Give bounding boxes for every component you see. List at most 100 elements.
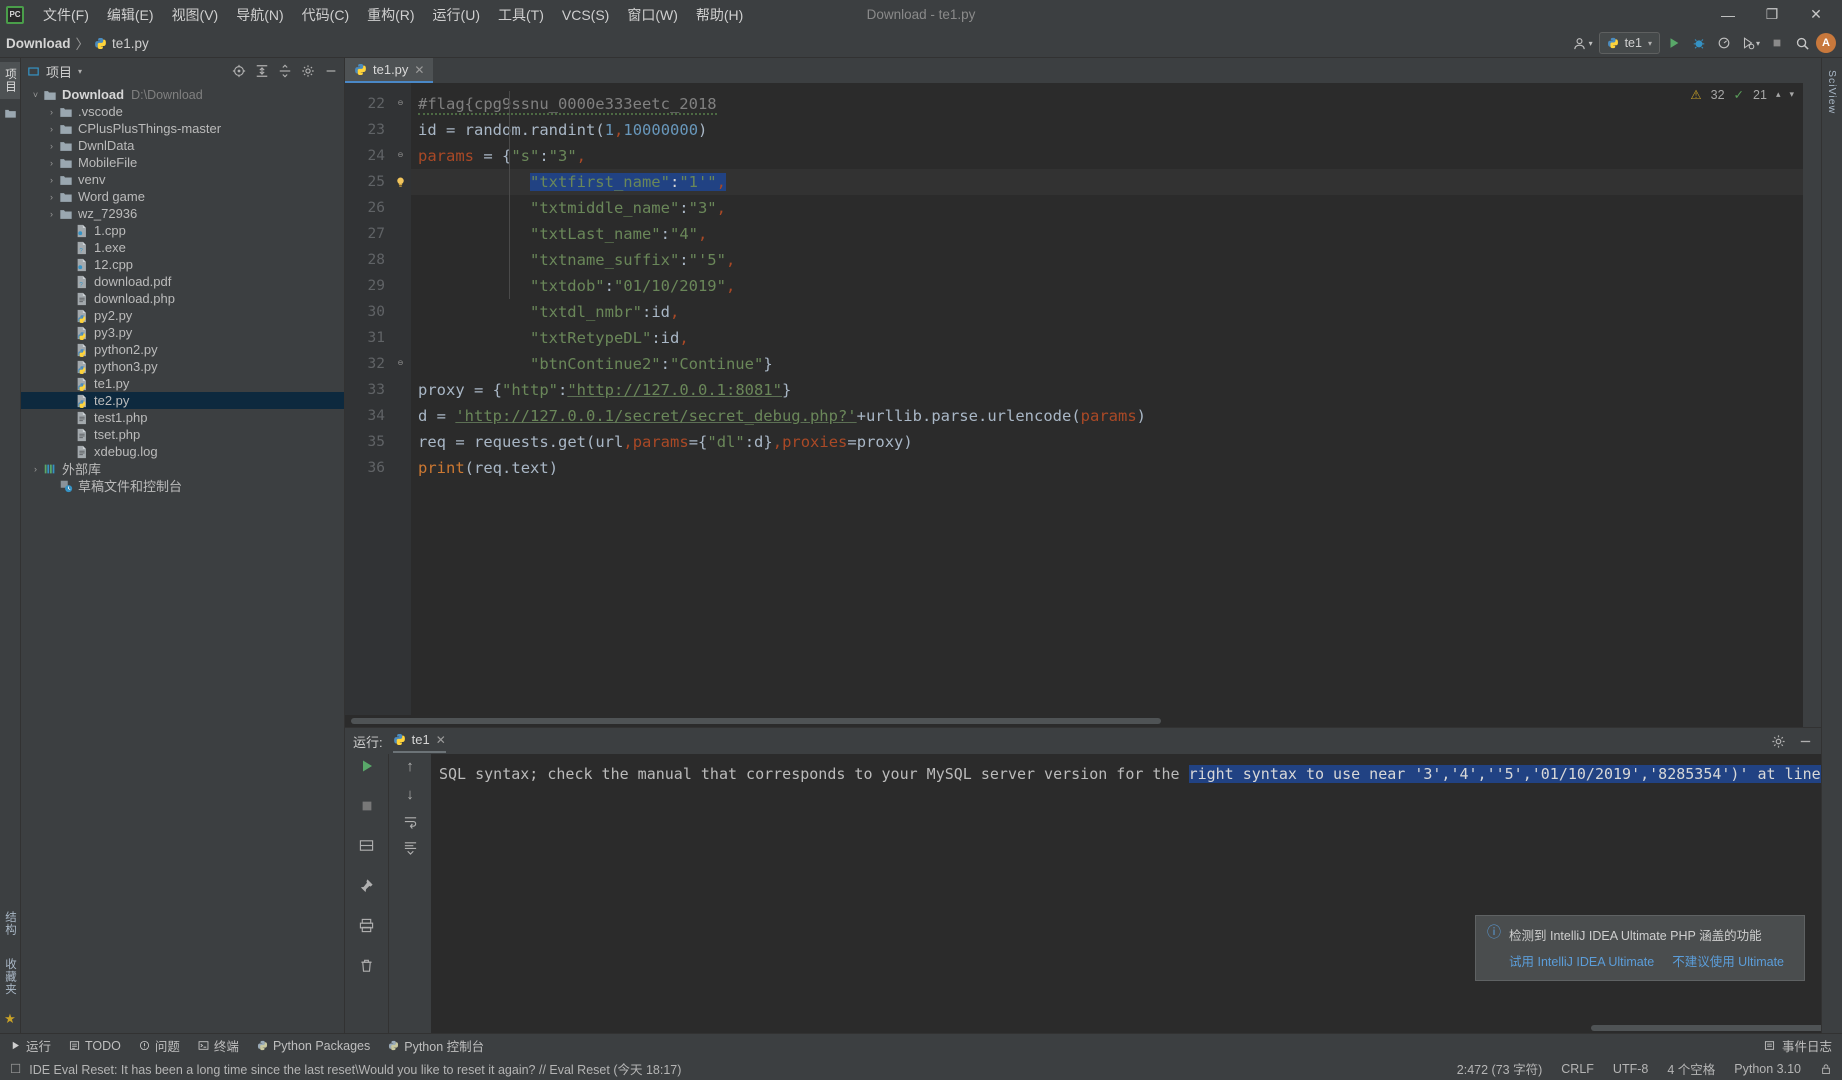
tree-item-cplusplusthings-master[interactable]: › CPlusPlusThings-master <box>21 120 344 137</box>
tree-item--vscode[interactable]: › .vscode <box>21 103 344 120</box>
tool-run[interactable]: 运行 <box>10 1036 51 1055</box>
tree-item-py3-py[interactable]: py3.py <box>21 324 344 341</box>
tree-item-dwnldata[interactable]: › DwnlData <box>21 137 344 154</box>
minimize-button[interactable]: — <box>1706 1 1750 29</box>
line-separator[interactable]: CRLF <box>1561 1062 1594 1076</box>
code-line-34[interactable]: d = 'http://127.0.0.1/secret/secret_debu… <box>411 403 1821 429</box>
tree-item--[interactable]: 草稿文件和控制台 <box>21 477 344 494</box>
menu-window[interactable]: 窗口(W) <box>618 2 687 28</box>
tree-item-python2-py[interactable]: python2.py <box>21 341 344 358</box>
tree-item-xdebug-log[interactable]: xdebug.log <box>21 443 344 460</box>
code-line-30[interactable]: "txtdl_nmbr":id, <box>411 299 1821 325</box>
tree-item-test1-php[interactable]: test1.php <box>21 409 344 426</box>
gutter-line-24[interactable]: 24 ⊖ <box>345 143 411 169</box>
code-fold-icon[interactable]: ⊖ <box>396 99 405 109</box>
tree-item-12-cpp[interactable]: 12.cpp <box>21 256 344 273</box>
user-account-icon[interactable]: ▾ <box>1569 32 1596 54</box>
chevron-down-icon[interactable]: ▾ <box>78 67 82 76</box>
coverage-button[interactable]: ▾ <box>1738 32 1763 54</box>
pin-icon[interactable] <box>359 878 374 893</box>
tree-item-tset-php[interactable]: tset.php <box>21 426 344 443</box>
code-line-24[interactable]: params = {"s":"3", <box>411 143 1821 169</box>
tree-item-1-exe[interactable]: ? 1.exe <box>21 239 344 256</box>
gutter-line-25[interactable]: 25 <box>345 169 411 195</box>
menu-refactor[interactable]: 重构(R) <box>358 2 423 28</box>
disclosure-triangle-icon[interactable]: ˅ <box>29 90 42 100</box>
maximize-button[interactable]: ❐ <box>1750 1 1794 29</box>
hide-panel-icon[interactable] <box>1798 734 1813 749</box>
editor-tab-te1[interactable]: te1.py ✕ <box>345 58 434 83</box>
breadcrumb-file[interactable]: te1.py <box>112 36 149 51</box>
tree-item--[interactable]: › 外部库 <box>21 460 344 477</box>
sidebar-tab-structure[interactable]: 结构 <box>0 905 20 942</box>
scrollbar-thumb[interactable] <box>351 718 1161 724</box>
notification-try-link[interactable]: 试用 IntelliJ IDEA Ultimate <box>1509 951 1654 970</box>
menu-navigate[interactable]: 导航(N) <box>227 2 292 28</box>
code-line-26[interactable]: "txtmiddle_name":"3", <box>411 195 1821 221</box>
expand-all-icon[interactable] <box>255 64 269 78</box>
inspection-summary[interactable]: ⚠ 32 ✓ 21 ▴ ▾ <box>1681 83 1803 106</box>
caret-position[interactable]: 2:472 (73 字符) <box>1457 1059 1542 1078</box>
menu-run[interactable]: 运行(U) <box>424 2 489 28</box>
disclosure-triangle-icon[interactable]: › <box>45 158 58 168</box>
run-button[interactable] <box>1663 32 1685 54</box>
chevron-down-icon[interactable]: ▾ <box>1789 89 1794 100</box>
tree-item-download[interactable]: ˅ Download D:\Download <box>21 86 344 103</box>
notification-dismiss-link[interactable]: 不建议使用 Ultimate <box>1672 951 1784 970</box>
tool-python-console[interactable]: Python 控制台 <box>388 1036 484 1055</box>
menu-edit[interactable]: 编辑(E) <box>98 2 163 28</box>
project-tree[interactable]: ˅ Download D:\Download › .vscode › CPlusPlusTh… <box>21 84 344 1033</box>
delete-icon[interactable] <box>359 958 374 973</box>
tree-item-te2-py[interactable]: te2.py <box>21 392 344 409</box>
disclosure-triangle-icon[interactable]: › <box>45 141 58 151</box>
disclosure-triangle-icon[interactable]: › <box>45 209 58 219</box>
python-interpreter[interactable]: Python 3.10 <box>1734 1062 1801 1076</box>
arrow-down-icon[interactable]: ↓ <box>406 786 414 803</box>
tree-item-python3-py[interactable]: python3.py <box>21 358 344 375</box>
menu-file[interactable]: 文件(F) <box>34 2 98 28</box>
stop-button[interactable] <box>1766 32 1788 54</box>
tree-item-wz-72936[interactable]: › wz_72936 <box>21 205 344 222</box>
inspection-scrollbar[interactable] <box>1803 83 1821 727</box>
disclosure-triangle-icon[interactable]: › <box>45 124 58 134</box>
tree-item-mobilefile[interactable]: › MobileFile <box>21 154 344 171</box>
sidebar-tab-favorites[interactable]: 收藏夹 <box>0 952 20 1002</box>
code-line-28[interactable]: "txtname_suffix":"'5", <box>411 247 1821 273</box>
tree-item-1-cpp[interactable]: 1.cpp <box>21 222 344 239</box>
menu-code[interactable]: 代码(C) <box>293 2 358 28</box>
star-icon[interactable]: ★ <box>4 1011 16 1027</box>
folder-icon[interactable] <box>4 107 17 120</box>
tool-todo[interactable]: TODO <box>69 1039 121 1053</box>
close-icon[interactable]: ✕ <box>414 63 424 77</box>
run-tab-te1[interactable]: te1 ✕ <box>392 732 446 753</box>
code-line-27[interactable]: "txtLast_name":"4", <box>411 221 1821 247</box>
editor-horizontal-scrollbar[interactable] <box>345 715 1803 727</box>
code-line-35[interactable]: req = requests.get(url,params={"dl":d},p… <box>411 429 1821 455</box>
gutter-line-23[interactable]: 23 <box>345 117 411 143</box>
file-encoding[interactable]: UTF-8 <box>1613 1062 1648 1076</box>
select-opened-file-icon[interactable] <box>232 64 246 78</box>
code-fold-icon[interactable]: ⊖ <box>396 359 405 369</box>
tree-item-word-game[interactable]: › Word game <box>21 188 344 205</box>
avatar[interactable]: A <box>1816 33 1836 53</box>
scroll-to-end-icon[interactable] <box>403 840 418 855</box>
editor-code-area[interactable]: #flag{cpg9ssnu_0000e333eetc_2018 id = ran… <box>411 83 1821 727</box>
tree-item-download-php[interactable]: download.php <box>21 290 344 307</box>
layout-icon[interactable] <box>359 838 374 853</box>
console-horizontal-scrollbar[interactable] <box>431 1022 1821 1033</box>
code-line-23[interactable]: id = random.randint(1,10000000) <box>411 117 1821 143</box>
editor-gutter[interactable]: 22 ⊖ 23 24 ⊖ 25 26 27 28 29 30 31 32 ⊖ 33 34 35 36 <box>345 83 411 727</box>
menu-view[interactable]: 视图(V) <box>163 2 228 28</box>
code-line-33[interactable]: proxy = {"http":"http://127.0.0.1:8081"} <box>411 377 1821 403</box>
breadcrumb-project[interactable]: Download <box>6 36 71 51</box>
collapse-all-icon[interactable] <box>278 64 292 78</box>
gutter-line-35[interactable]: 35 <box>345 429 411 455</box>
close-button[interactable]: ✕ <box>1794 1 1838 29</box>
disclosure-triangle-icon[interactable]: › <box>45 192 58 202</box>
gutter-line-26[interactable]: 26 <box>345 195 411 221</box>
tool-python-packages[interactable]: Python Packages <box>257 1039 370 1053</box>
code-line-25[interactable]: "txtfirst_name":"1'", <box>411 169 1821 195</box>
close-icon[interactable]: ✕ <box>436 733 446 747</box>
tree-item-te1-py[interactable]: te1.py <box>21 375 344 392</box>
notification-balloon[interactable]: ⓘ 检测到 IntelliJ IDEA Ultimate PHP 涵盖的功能 试… <box>1475 915 1805 981</box>
